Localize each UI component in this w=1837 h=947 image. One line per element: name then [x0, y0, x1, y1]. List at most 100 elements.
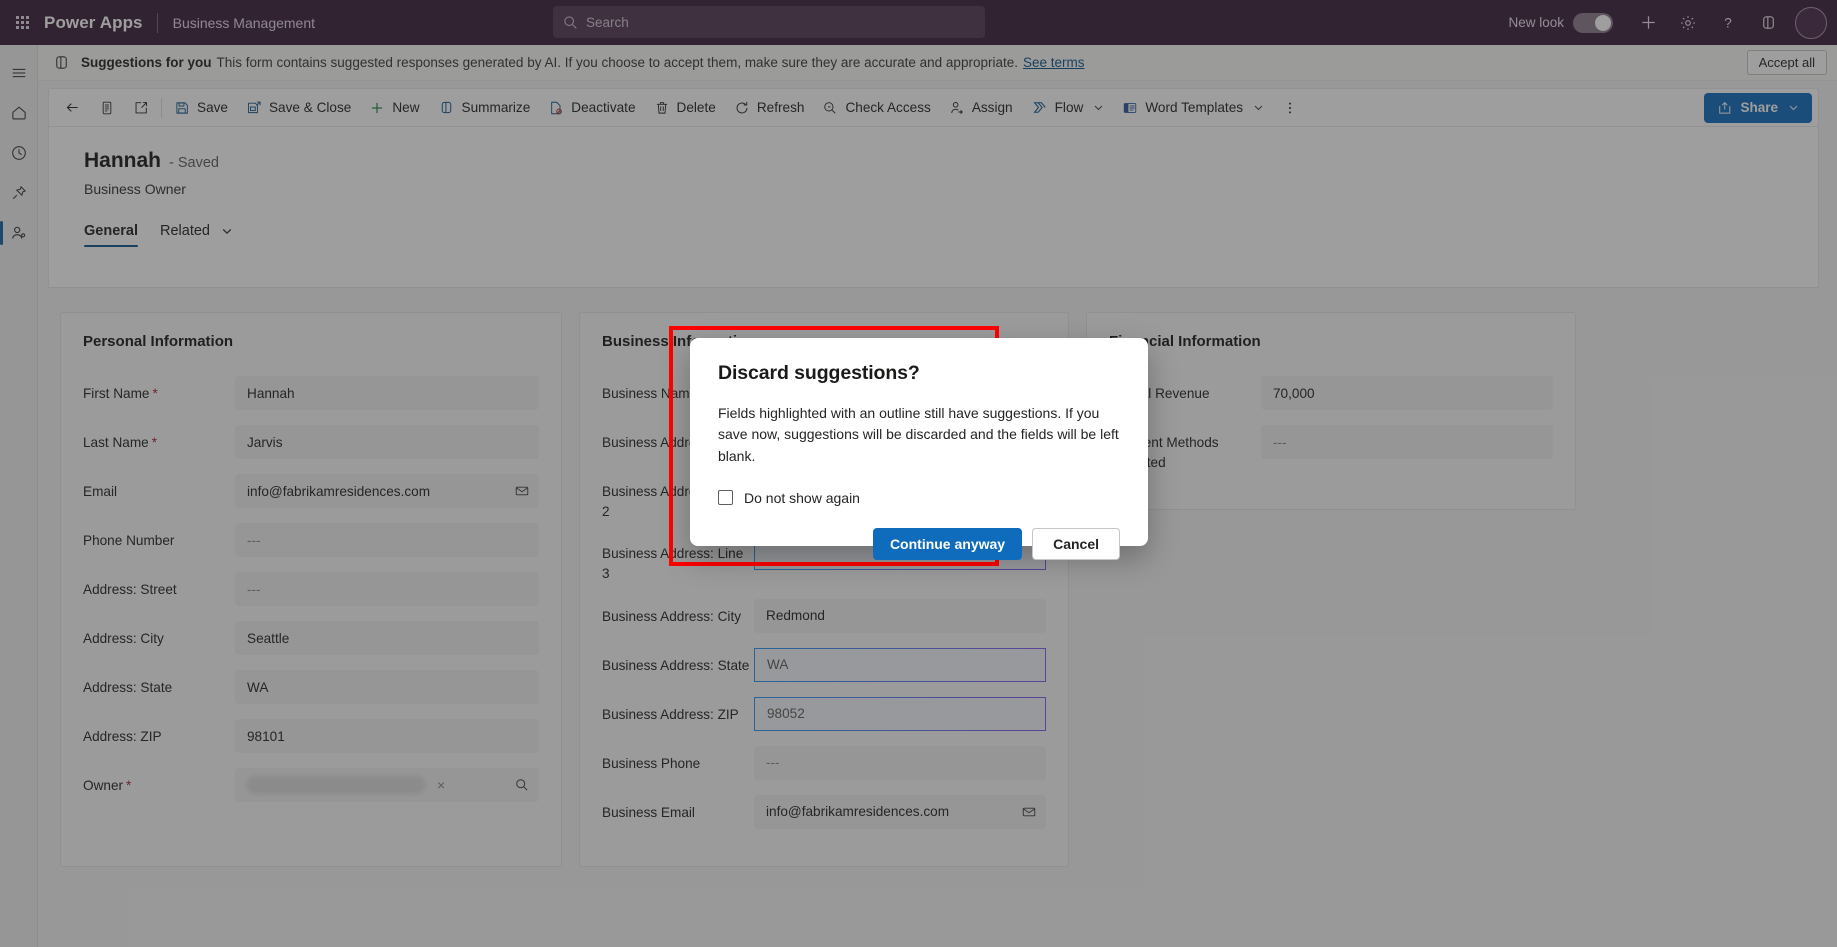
cancel-button[interactable]: Cancel [1032, 527, 1120, 560]
chevron-down-icon [1788, 102, 1799, 113]
section-title: Personal Information [83, 333, 234, 350]
clear-owner-icon[interactable]: × [437, 777, 445, 793]
continue-anyway-button[interactable]: Continue anyway [872, 527, 1023, 560]
field-value: info@fabrikamresidences.com [247, 483, 431, 499]
new-look-toggle[interactable] [1573, 12, 1613, 33]
save-label: Save [197, 100, 228, 115]
mail-icon[interactable] [505, 474, 539, 508]
word-templates-button[interactable]: Word Templates [1113, 92, 1273, 124]
see-terms-link[interactable]: See terms [1023, 55, 1085, 70]
add-new-button[interactable] [1629, 0, 1667, 45]
field-value: Redmond [766, 608, 825, 624]
address-street-input[interactable]: --- [235, 572, 539, 606]
flow-button[interactable]: Flow [1022, 92, 1114, 124]
label-text: Last Name [83, 435, 149, 450]
summarize-button[interactable]: Summarize [429, 92, 540, 124]
deactivate-button[interactable]: Deactivate [539, 92, 644, 124]
annual-revenue-input[interactable]: 70,000 [1261, 376, 1553, 410]
word-templates-label: Word Templates [1145, 100, 1244, 115]
phone-number-input[interactable]: --- [235, 523, 539, 557]
search-icon [563, 15, 578, 30]
trash-icon [654, 100, 670, 116]
back-button[interactable] [55, 92, 90, 124]
save-close-icon [246, 100, 262, 116]
sidebar-item-home[interactable] [0, 93, 38, 133]
deactivate-icon [548, 100, 564, 116]
search-icon[interactable] [505, 768, 539, 802]
help-button[interactable]: ? [1709, 0, 1747, 45]
user-avatar[interactable] [1795, 6, 1827, 39]
business-address-zip-input[interactable]: 98052 [754, 696, 1046, 731]
field-label: Business Address: ZIP [602, 706, 739, 722]
flow-label: Flow [1054, 100, 1084, 115]
field-label: Business Email [602, 804, 695, 820]
sidebar-item-contacts[interactable] [0, 213, 38, 253]
address-zip-input[interactable]: 98101 [235, 719, 539, 753]
app-name[interactable]: Business Management [158, 15, 315, 31]
app-launcher-button[interactable] [0, 0, 44, 45]
sidebar-item-recent[interactable] [0, 133, 38, 173]
owner-lookup-input[interactable]: × [235, 768, 539, 802]
field-label: Business Address: City [602, 608, 742, 624]
share-icon [1717, 100, 1733, 116]
brand-name[interactable]: Power Apps [44, 13, 157, 33]
share-button[interactable]: Share [1704, 92, 1812, 123]
field-value: 98052 [767, 706, 805, 722]
copilot-icon[interactable] [1749, 0, 1787, 45]
more-vertical-icon [1282, 100, 1298, 116]
field-last-name: Last Name * Jarvis [83, 425, 539, 459]
delete-button[interactable]: Delete [645, 92, 725, 124]
checkbox-box[interactable] [718, 490, 733, 506]
save-and-close-button[interactable]: Save & Close [237, 92, 360, 124]
business-email-input[interactable]: info@fabrikamresidences.com [754, 794, 1046, 829]
form-selector-button[interactable] [90, 92, 124, 124]
label-text: First Name [83, 386, 150, 401]
field-business-phone: Business Phone --- [602, 745, 1046, 780]
dialog-title: Discard suggestions? [718, 362, 920, 384]
new-label: New [392, 100, 420, 115]
first-name-input[interactable]: Hannah [235, 376, 539, 410]
address-city-input[interactable]: Seattle [235, 621, 539, 655]
global-search[interactable] [553, 6, 985, 38]
refresh-label: Refresh [756, 100, 805, 115]
overflow-menu-button[interactable] [1273, 92, 1307, 124]
sidebar-item-menu[interactable] [0, 53, 38, 93]
field-business-address-city: Business Address: City Redmond [602, 598, 1046, 633]
plus-icon [369, 100, 385, 116]
check-access-button[interactable]: Check Access [813, 92, 939, 124]
new-button[interactable]: New [360, 92, 428, 124]
owner-chip [247, 776, 425, 794]
settings-button[interactable] [1669, 0, 1707, 45]
assign-button[interactable]: Assign [940, 92, 1022, 124]
do-not-show-again-checkbox[interactable]: Do not show again [718, 490, 1120, 506]
open-new-window-button[interactable] [124, 92, 158, 124]
last-name-input[interactable]: Jarvis [235, 425, 539, 459]
business-address-city-input[interactable]: Redmond [754, 598, 1046, 633]
field-label: Business Phone [602, 755, 701, 771]
refresh-button[interactable]: Refresh [725, 92, 814, 124]
email-input[interactable]: info@fabrikamresidences.com [235, 474, 539, 508]
command-bar: Save Save & Close New Summarize Deactiva [48, 88, 1819, 127]
tab-general[interactable]: General [84, 223, 138, 247]
save-button[interactable]: Save [165, 92, 237, 124]
business-address-state-input[interactable]: WA [754, 647, 1046, 682]
section-title: Financial Information [1109, 333, 1261, 350]
accept-all-button[interactable]: Accept all [1746, 50, 1827, 75]
payment-methods-input[interactable]: --- [1261, 425, 1553, 459]
sidebar-item-pinned[interactable] [0, 173, 38, 213]
address-state-input[interactable]: WA [235, 670, 539, 704]
app-root: Power Apps Business Management New look … [0, 0, 1837, 947]
save-close-label: Save & Close [268, 100, 352, 115]
tab-related[interactable]: Related [160, 223, 233, 247]
required-marker: * [151, 435, 158, 450]
field-label: Address: ZIP [83, 729, 162, 744]
financial-information-section: Financial Information Annual Revenue 70,… [1086, 312, 1576, 511]
field-value: info@fabrikamresidences.com [766, 804, 950, 820]
field-first-name: First Name * Hannah [83, 376, 539, 410]
field-owner: Owner * × [83, 768, 539, 802]
field-value: --- [247, 581, 261, 597]
mail-icon[interactable] [1012, 795, 1046, 829]
business-phone-input[interactable]: --- [754, 745, 1046, 780]
search-input[interactable] [586, 14, 975, 30]
flow-icon [1031, 99, 1048, 116]
